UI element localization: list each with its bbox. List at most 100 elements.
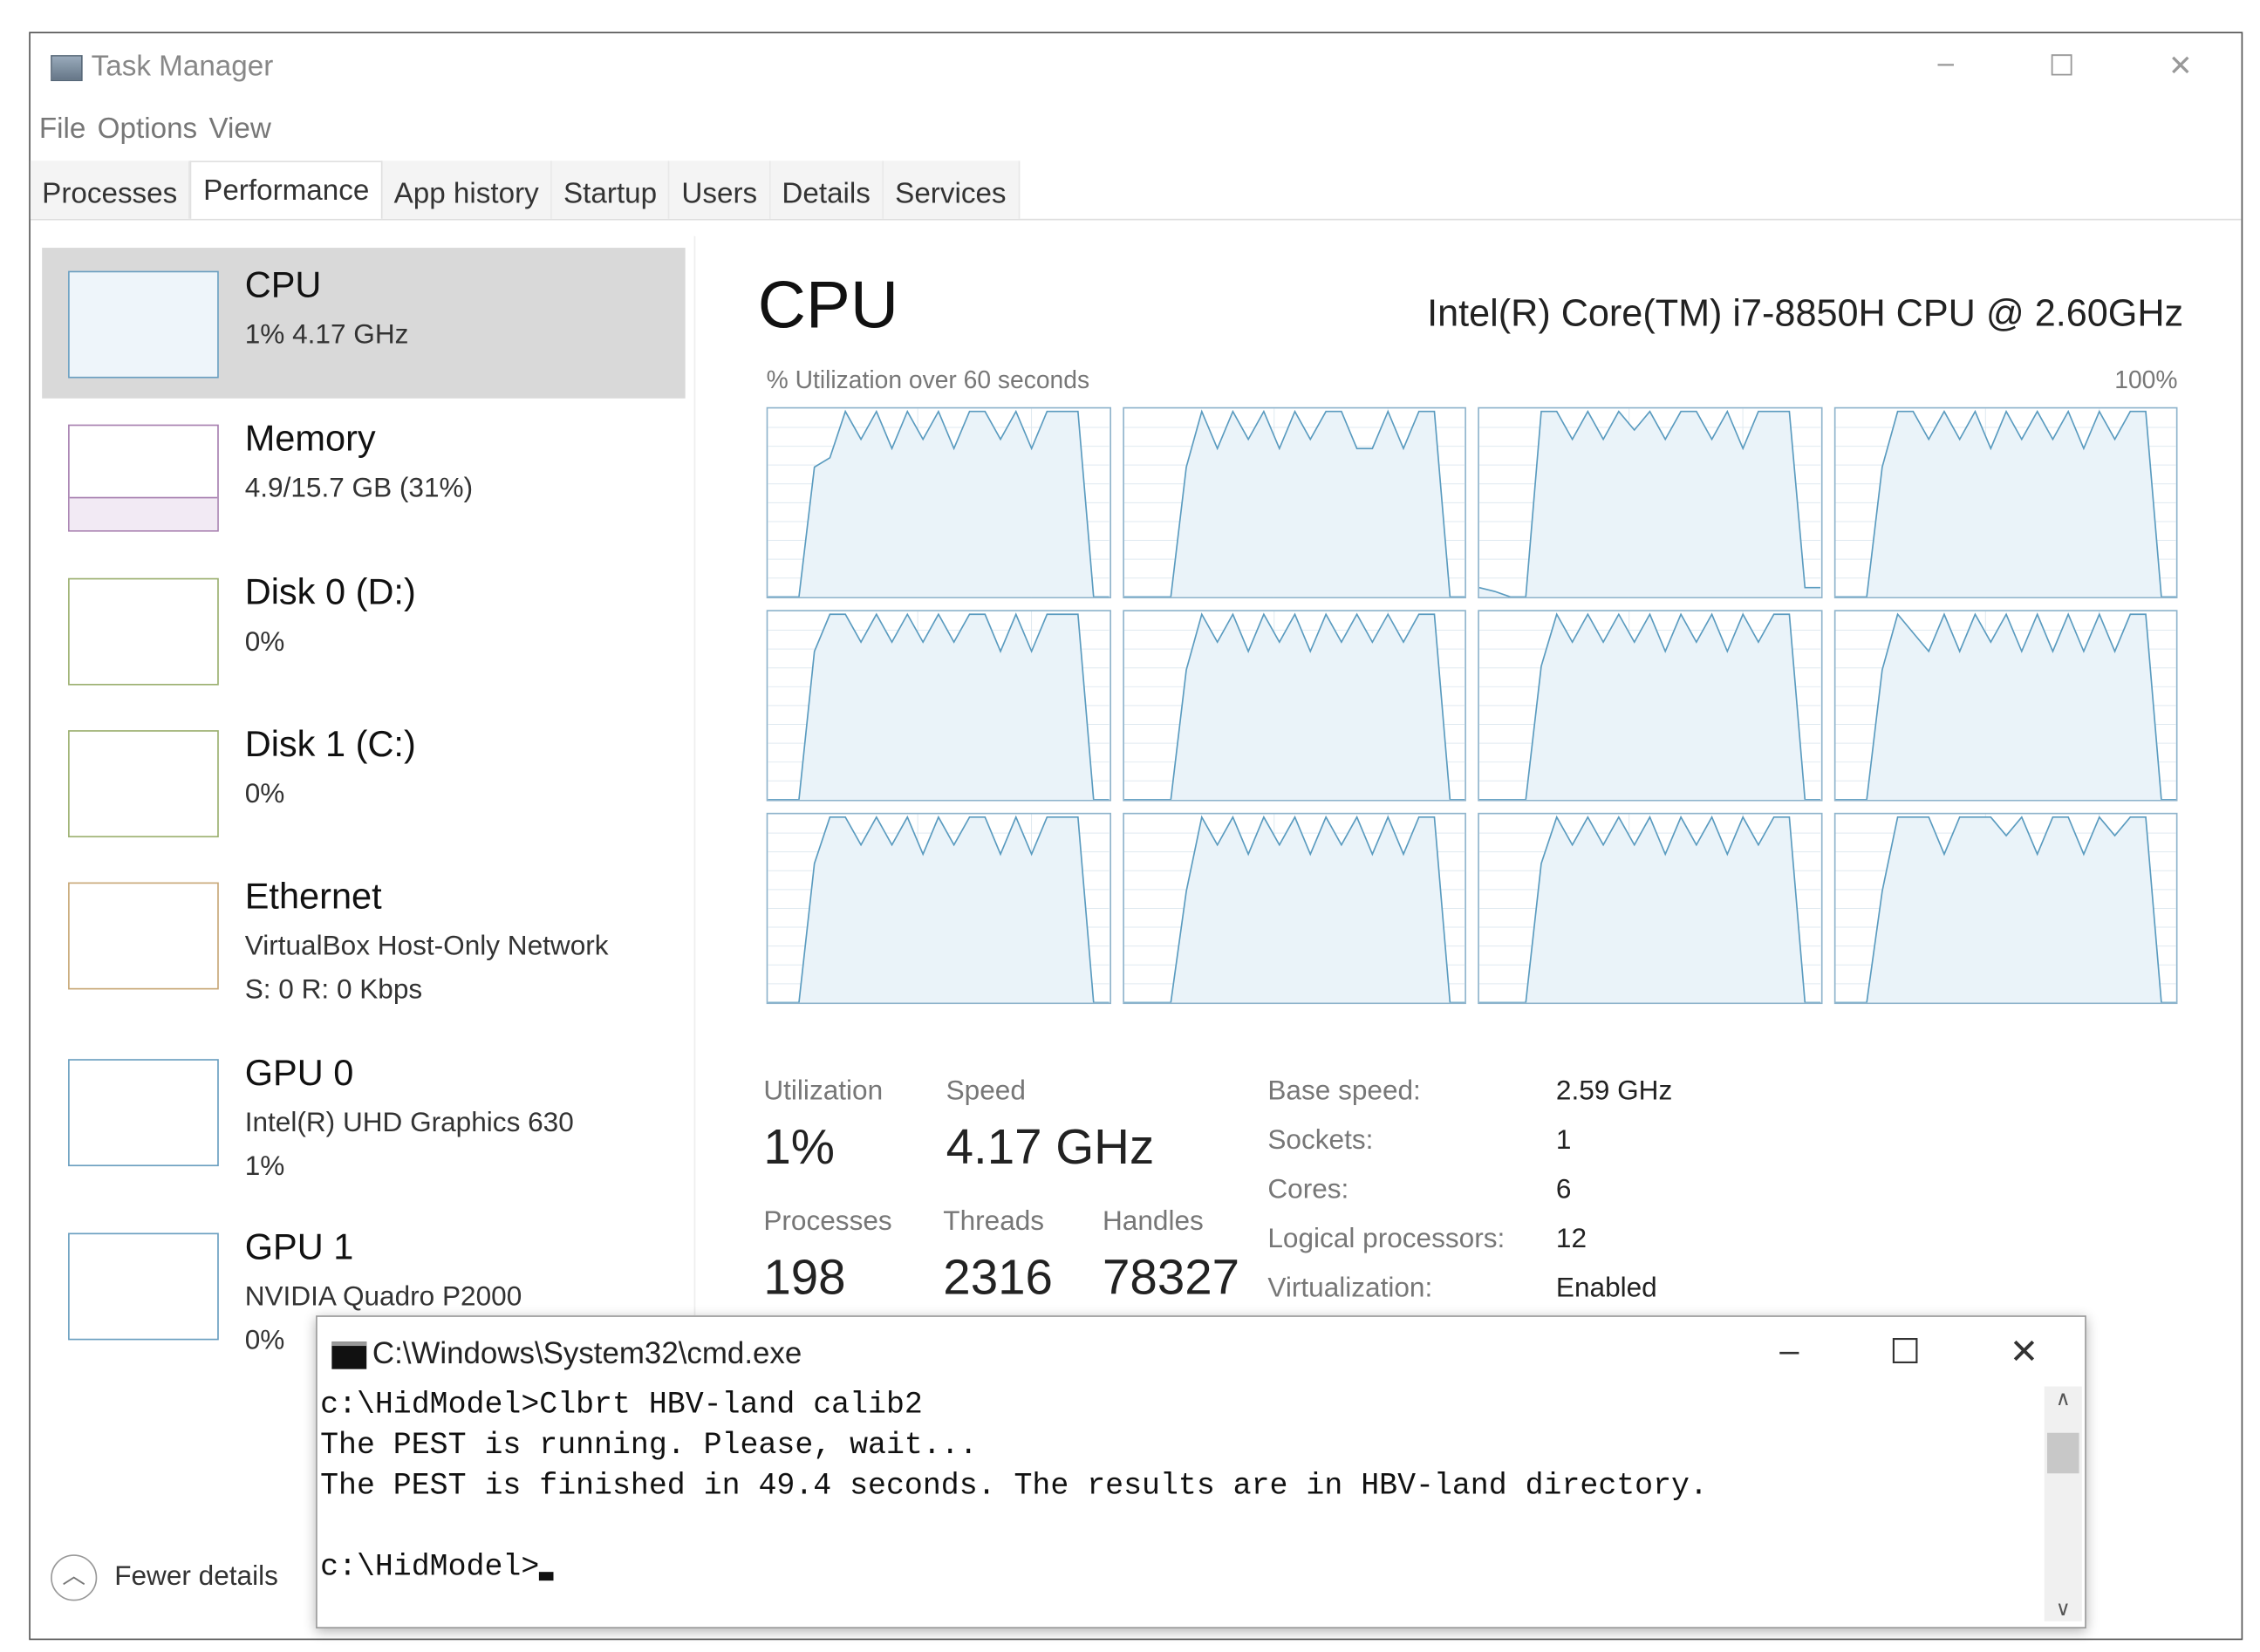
menu-file[interactable]: File <box>39 113 86 147</box>
threads-value: 2316 <box>943 1250 1053 1307</box>
cpu-model-name: Intel(R) Core(TM) i7-8850H CPU @ 2.60GHz <box>1427 291 2183 336</box>
utilization-area <box>1835 412 2176 597</box>
memory-thumbnail-graph <box>68 425 219 532</box>
sidebar-item-cpu[interactable]: CPU 1% 4.17 GHz <box>42 248 685 399</box>
chevron-up-icon: ︿ <box>51 1554 97 1601</box>
handles-label: Handles <box>1103 1207 1204 1239</box>
utilization-area <box>1123 412 1465 597</box>
sidebar-item-disk-1[interactable]: Disk 1 (C:) 0% <box>42 707 685 858</box>
title-bar: Task Manager <box>51 51 273 84</box>
core-graph-3 <box>1833 407 2177 598</box>
sidebar-item-detail: VirtualBox Host-Only Network <box>245 932 609 964</box>
scroll-down-icon[interactable]: ∨ <box>2045 1596 2082 1621</box>
threads-label: Threads <box>943 1207 1044 1239</box>
core-graph-9 <box>1122 813 1465 1004</box>
tab-performance[interactable]: Performance <box>190 160 382 218</box>
sidebar-item-throughput: S: 0 R: 0 Kbps <box>245 975 422 1007</box>
processes-label: Processes <box>763 1207 891 1239</box>
tab-services[interactable]: Services <box>884 160 1020 218</box>
console-line: The PEST is finished in 49.4 seconds. Th… <box>320 1471 1708 1504</box>
menu-view[interactable]: View <box>208 113 270 147</box>
fewer-details-button[interactable]: ︿ Fewer details <box>51 1554 278 1601</box>
maximize-button[interactable]: ☐ <box>2032 48 2090 85</box>
sidebar-item-label: GPU 1 <box>245 1227 354 1269</box>
sidebar-item-detail: 0% <box>245 627 285 659</box>
utilization-area <box>1123 817 1465 1003</box>
core-graph-11 <box>1833 813 2177 1004</box>
logical-processors-label: Logical processors: <box>1267 1225 1505 1257</box>
utilization-area <box>1123 614 1465 800</box>
prompt-text: c:\HidModel> <box>320 1552 539 1585</box>
base-speed-label: Base speed: <box>1267 1076 1420 1109</box>
disk-0-thumbnail-graph <box>68 578 219 686</box>
sidebar-item-label: Disk 0 (D:) <box>245 572 416 614</box>
sidebar-item-label: Ethernet <box>245 877 382 918</box>
close-button[interactable]: ✕ <box>2152 48 2209 85</box>
text-cursor <box>539 1572 554 1580</box>
processes-value: 198 <box>763 1250 845 1307</box>
sidebar-item-detail: 0% <box>245 780 285 812</box>
console-prompt[interactable]: c:\HidModel> <box>320 1552 554 1585</box>
tab-bar: Processes Performance App history Startu… <box>31 160 2242 220</box>
sidebar-item-label: Memory <box>245 419 376 461</box>
utilization-area <box>1835 817 2176 1003</box>
graph-max-label: 100% <box>2114 366 2177 395</box>
scroll-up-icon[interactable]: ∧ <box>2045 1387 2082 1411</box>
gpu-1-thumbnail-graph <box>68 1233 219 1341</box>
utilization-value: 1% <box>763 1120 835 1177</box>
core-graph-10 <box>1478 813 1821 1004</box>
sidebar-item-label: Disk 1 (C:) <box>245 725 416 767</box>
sockets-value: 1 <box>1556 1126 1572 1158</box>
console-scrollbar[interactable]: ∧ ∨ <box>2045 1387 2082 1621</box>
cmd-window: C:\Windows\System32\cmd.exe – ☐ ✕ c:\Hid… <box>316 1315 2086 1628</box>
cores-label: Cores: <box>1267 1175 1348 1207</box>
cmd-close-button[interactable]: ✕ <box>1995 1331 2052 1373</box>
core-graph-7 <box>1833 610 2177 801</box>
sidebar-item-label: CPU <box>245 265 322 307</box>
core-graph-2 <box>1478 407 1821 598</box>
tab-startup[interactable]: Startup <box>552 160 670 218</box>
window-title: Task Manager <box>92 51 274 84</box>
sidebar-item-detail: NVIDIA Quadro P2000 <box>245 1282 522 1314</box>
handles-value: 78327 <box>1103 1250 1239 1307</box>
speed-label: Speed <box>946 1076 1026 1109</box>
sidebar-item-usage: 1% <box>245 1151 285 1184</box>
utilization-area <box>1479 412 1820 597</box>
gpu-0-thumbnail-graph <box>68 1059 219 1166</box>
cores-value: 6 <box>1556 1175 1572 1207</box>
core-graph-6 <box>1478 610 1821 801</box>
tab-app-history[interactable]: App history <box>382 160 551 218</box>
core-graph-1 <box>1122 407 1465 598</box>
tab-processes[interactable]: Processes <box>31 160 190 218</box>
utilization-label: Utilization <box>763 1076 883 1109</box>
tab-details[interactable]: Details <box>770 160 884 218</box>
cmd-maximize-button[interactable]: ☐ <box>1876 1331 1934 1373</box>
sidebar-item-usage: 0% <box>245 1326 285 1358</box>
console-line: The PEST is running. Please, wait... <box>320 1430 978 1463</box>
sidebar-item-memory[interactable]: Memory 4.9/15.7 GB (31%) <box>42 401 685 552</box>
core-graph-5 <box>1122 610 1465 801</box>
sidebar-item-disk-0[interactable]: Disk 0 (D:) 0% <box>42 555 685 706</box>
core-graph-0 <box>767 407 1110 598</box>
utilization-area <box>768 817 1109 1003</box>
sidebar-divider <box>694 236 696 1367</box>
core-graph-4 <box>767 610 1110 801</box>
cpu-core-graphs <box>767 407 2178 1004</box>
speed-value: 4.17 GHz <box>946 1120 1155 1177</box>
minimize-button[interactable]: – <box>1917 48 1975 81</box>
tab-users[interactable]: Users <box>670 160 770 218</box>
core-graph-8 <box>767 813 1110 1004</box>
cmd-minimize-button[interactable]: – <box>1760 1331 1818 1372</box>
disk-1-thumbnail-graph <box>68 730 219 837</box>
menu-options[interactable]: Options <box>98 113 198 147</box>
sidebar-item-gpu-0[interactable]: GPU 0 Intel(R) UHD Graphics 630 1% <box>42 1036 685 1210</box>
sidebar-item-ethernet[interactable]: Ethernet VirtualBox Host-Only Network S:… <box>42 859 685 1033</box>
page-title: CPU <box>758 265 898 344</box>
scrollbar-thumb[interactable] <box>2047 1433 2079 1474</box>
sidebar-item-detail: 4.9/15.7 GB (31%) <box>245 474 473 506</box>
utilization-area <box>768 412 1109 597</box>
sockets-label: Sockets: <box>1267 1126 1373 1158</box>
utilization-area <box>1479 817 1820 1003</box>
utilization-area <box>1835 614 2176 800</box>
utilization-area <box>1479 614 1820 800</box>
